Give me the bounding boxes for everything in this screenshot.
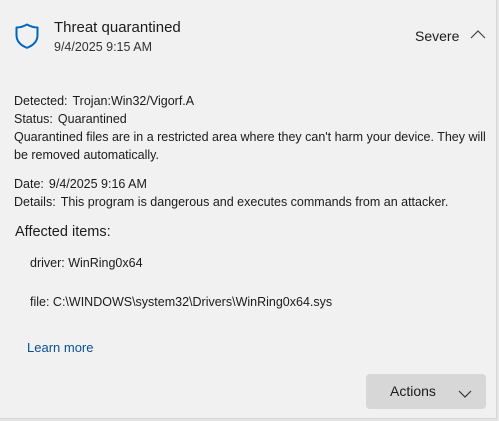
actions-button[interactable]: Actions xyxy=(366,374,486,409)
status-note: Quarantined files are in a restricted ar… xyxy=(14,130,486,162)
actions-button-label: Actions xyxy=(390,383,436,399)
chevron-down-icon xyxy=(457,386,473,398)
date-label: Date: xyxy=(14,177,44,191)
learn-more-link[interactable]: Learn more xyxy=(27,340,93,355)
affected-items-title: Affected items: xyxy=(15,224,111,240)
threat-title: Threat quarantined xyxy=(54,19,181,36)
details-label: Details: xyxy=(14,195,56,209)
date-value: 9/4/2025 9:16 AM xyxy=(48,177,147,191)
status-row: Status: Quarantined xyxy=(14,112,127,126)
details-value: This program is dangerous and executes c… xyxy=(60,195,449,209)
detected-row: Detected: Trojan:Win32/Vigorf.A xyxy=(14,94,194,108)
detected-label: Detected: xyxy=(14,94,68,108)
details-row: Details: This program is dangerous and ex… xyxy=(14,195,448,209)
detected-value: Trojan:Win32/Vigorf.A xyxy=(72,94,195,108)
shield-icon xyxy=(14,22,40,50)
affected-item: file: C:\WINDOWS\system32\Drivers\WinRin… xyxy=(30,295,333,309)
date-row: Date: 9/4/2025 9:16 AM xyxy=(14,177,147,191)
chevron-up-icon[interactable] xyxy=(468,26,488,44)
status-value: Quarantined xyxy=(57,112,127,126)
threat-timestamp: 9/4/2025 9:15 AM xyxy=(54,40,152,54)
severity-label: Severe xyxy=(415,28,460,44)
status-label: Status: xyxy=(14,112,53,126)
threat-card: Threat quarantined 9/4/2025 9:15 AM Seve… xyxy=(0,0,497,419)
affected-item: driver: WinRing0x64 xyxy=(30,256,143,270)
